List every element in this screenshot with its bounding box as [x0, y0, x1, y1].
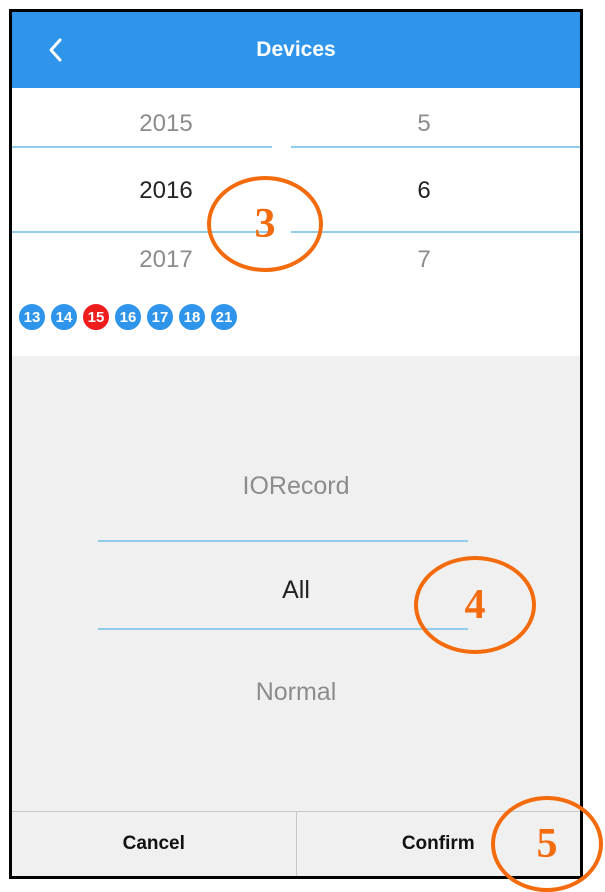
- day-chip-selected[interactable]: 15: [81, 302, 111, 332]
- day-chip[interactable]: 13: [17, 302, 47, 332]
- day-chip-list: 13 14 15 16 17 18 21: [17, 302, 241, 332]
- day-chip[interactable]: 16: [113, 302, 143, 332]
- callout-5: 5: [491, 796, 603, 892]
- callout-3: 3: [207, 176, 323, 272]
- day-chip[interactable]: 14: [49, 302, 79, 332]
- type-divider-bottom: [98, 628, 468, 630]
- type-divider-top: [98, 540, 468, 542]
- header-bar: Devices: [12, 12, 580, 88]
- year-divider-top: [12, 146, 272, 148]
- month-option[interactable]: 5: [344, 110, 504, 138]
- year-option[interactable]: 2015: [86, 110, 246, 138]
- month-divider-bottom: [291, 231, 580, 233]
- app-frame: Devices 2015 2016 2017 5 6 7 13 14 15 16…: [9, 9, 583, 879]
- month-option[interactable]: 7: [344, 246, 504, 274]
- month-divider-top: [291, 146, 580, 148]
- day-chip[interactable]: 18: [177, 302, 207, 332]
- callout-4: 4: [414, 556, 536, 654]
- cancel-button[interactable]: Cancel: [12, 812, 296, 876]
- month-option-selected[interactable]: 6: [344, 177, 504, 205]
- page-title: Devices: [256, 38, 336, 61]
- day-chip[interactable]: 17: [145, 302, 175, 332]
- type-option[interactable]: Normal: [12, 678, 580, 707]
- day-chip[interactable]: 21: [209, 302, 239, 332]
- type-option[interactable]: IORecord: [12, 472, 580, 501]
